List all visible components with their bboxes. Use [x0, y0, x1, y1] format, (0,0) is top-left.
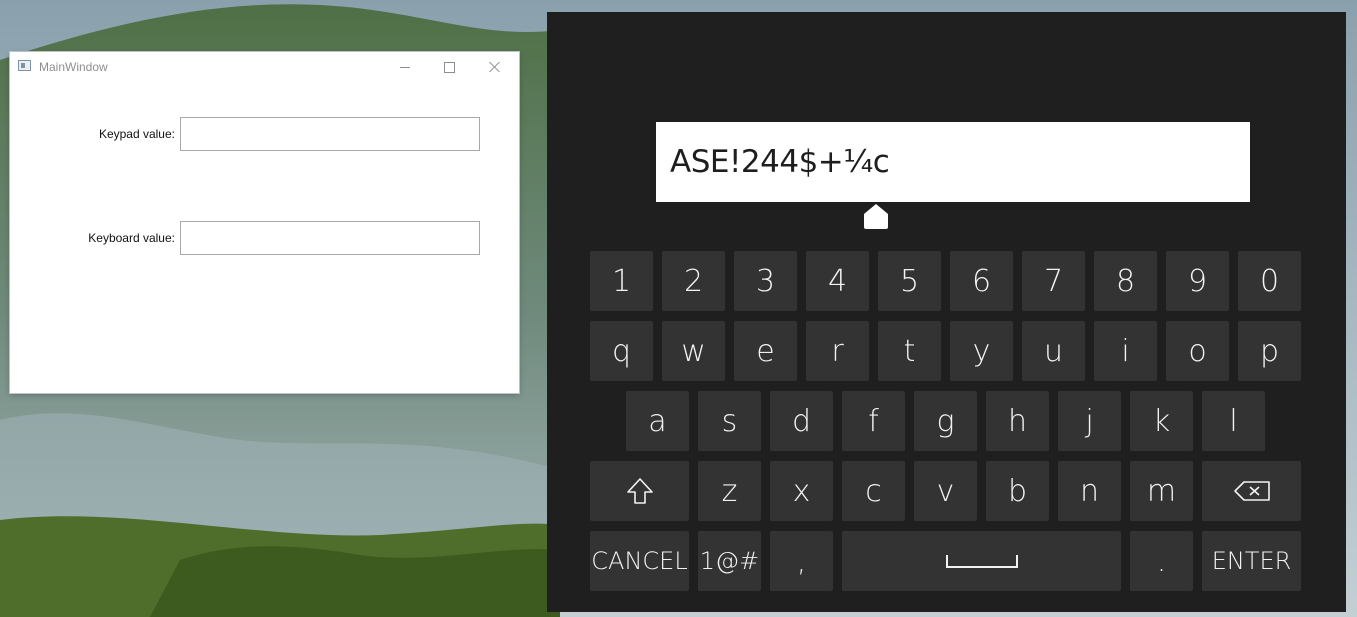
key-4[interactable]: 4	[806, 251, 869, 311]
key-3[interactable]: 3	[734, 251, 797, 311]
keyboard-text-display[interactable]: ASE!244$+¼c	[656, 122, 1250, 202]
key-k[interactable]: k	[1130, 391, 1193, 451]
window-titlebar[interactable]: MainWindow	[10, 52, 519, 82]
key-1[interactable]: 1	[590, 251, 653, 311]
key-9[interactable]: 9	[1166, 251, 1229, 311]
shift-key[interactable]	[590, 461, 689, 521]
comma-key[interactable]: ,	[770, 531, 833, 591]
key-g[interactable]: g	[914, 391, 977, 451]
close-button[interactable]	[472, 52, 517, 82]
close-icon	[489, 61, 501, 73]
period-key[interactable]: .	[1130, 531, 1193, 591]
keyboard-value-label: Keyboard value:	[88, 231, 175, 245]
backspace-icon	[1233, 481, 1270, 501]
key-2[interactable]: 2	[662, 251, 725, 311]
on-screen-keyboard: ASE!244$+¼c 1 2 3 4 5 6 7 8 9 0 q w e r …	[547, 12, 1346, 612]
main-window: MainWindow Keypad value: Keyboard value:	[10, 52, 519, 393]
keypad-value-input[interactable]	[180, 117, 480, 151]
key-p[interactable]: p	[1238, 321, 1301, 381]
minimize-icon	[399, 66, 410, 68]
key-c[interactable]: c	[842, 461, 905, 521]
key-5[interactable]: 5	[878, 251, 941, 311]
symbols-key[interactable]: 1@#	[698, 531, 761, 591]
maximize-button[interactable]	[427, 52, 472, 82]
key-m[interactable]: m	[1130, 461, 1193, 521]
key-e[interactable]: e	[734, 321, 797, 381]
key-n[interactable]: n	[1058, 461, 1121, 521]
minimize-button[interactable]	[382, 52, 427, 82]
key-y[interactable]: y	[950, 321, 1013, 381]
key-o[interactable]: o	[1166, 321, 1229, 381]
keypad-value-label: Keypad value:	[98, 127, 175, 141]
key-f[interactable]: f	[842, 391, 905, 451]
key-t[interactable]: t	[878, 321, 941, 381]
key-i[interactable]: i	[1094, 321, 1157, 381]
key-w[interactable]: w	[662, 321, 725, 381]
key-a[interactable]: a	[626, 391, 689, 451]
shift-icon	[626, 478, 653, 504]
window-title: MainWindow	[39, 60, 108, 74]
key-6[interactable]: 6	[950, 251, 1013, 311]
key-r[interactable]: r	[806, 321, 869, 381]
key-8[interactable]: 8	[1094, 251, 1157, 311]
key-0[interactable]: 0	[1238, 251, 1301, 311]
key-x[interactable]: x	[770, 461, 833, 521]
key-h[interactable]: h	[986, 391, 1049, 451]
key-l[interactable]: l	[1202, 391, 1265, 451]
backspace-key[interactable]	[1202, 461, 1301, 521]
app-icon	[18, 60, 31, 71]
caret-handle-icon[interactable]	[863, 203, 889, 229]
key-s[interactable]: s	[698, 391, 761, 451]
key-q[interactable]: q	[590, 321, 653, 381]
space-key[interactable]	[842, 531, 1121, 591]
key-u[interactable]: u	[1022, 321, 1085, 381]
key-7[interactable]: 7	[1022, 251, 1085, 311]
maximize-icon	[444, 61, 455, 73]
keyboard-value-input[interactable]	[180, 221, 480, 255]
key-v[interactable]: v	[914, 461, 977, 521]
key-b[interactable]: b	[986, 461, 1049, 521]
cancel-key[interactable]: CANCEL	[590, 531, 689, 591]
enter-key[interactable]: ENTER	[1202, 531, 1301, 591]
key-z[interactable]: z	[698, 461, 761, 521]
key-d[interactable]: d	[770, 391, 833, 451]
key-j[interactable]: j	[1058, 391, 1121, 451]
space-bar-icon	[945, 555, 1018, 568]
